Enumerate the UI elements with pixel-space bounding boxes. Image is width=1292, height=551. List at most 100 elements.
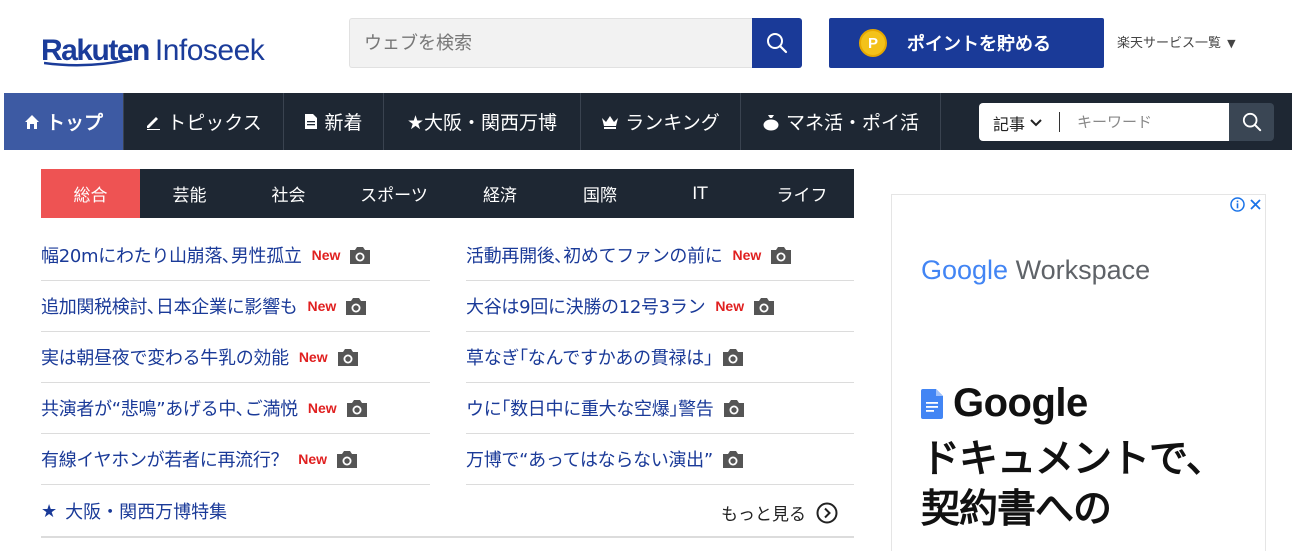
web-search-button[interactable]: [752, 18, 802, 68]
expo-special-label: 大阪・関西万博特集: [65, 502, 228, 523]
search-icon: [1242, 112, 1261, 132]
article-title: ウに｢数日中に重大な空爆｣警告: [466, 399, 714, 420]
new-badge: New: [307, 400, 337, 416]
google-docs-logo: Google: [921, 381, 1088, 426]
keyword-search-button[interactable]: [1229, 103, 1274, 141]
article-title: 活動再開後､初めてファンの前に: [466, 246, 723, 267]
docs-icon: [921, 388, 943, 419]
nav-item-label: ランキング: [625, 112, 720, 134]
article-link[interactable]: 万博で“あってはならない演出”: [466, 434, 854, 485]
expo-special-link[interactable]: ★ 大阪・関西万博特集: [41, 498, 227, 524]
logo-swoosh-icon: [44, 57, 132, 67]
earn-points-label: ポイントを貯める: [907, 34, 1051, 55]
header: Rakuten Infoseek P ポイントを貯める 楽天サービス一覧 ▼: [0, 0, 1292, 92]
chevron-right-circle-icon: [816, 502, 838, 523]
camera-icon: [753, 297, 775, 316]
tab-economy[interactable]: 経済: [450, 169, 550, 218]
tab-life[interactable]: ライフ: [750, 169, 854, 218]
new-badge: New: [307, 298, 337, 314]
article-title: 万博で“あってはならない演出”: [466, 450, 713, 471]
camera-icon: [722, 348, 744, 367]
more-link-label: もっと見る: [721, 505, 806, 525]
nav-item-top[interactable]: トップ: [4, 93, 124, 150]
web-search-box: [349, 18, 753, 68]
tab-society[interactable]: 社会: [239, 169, 338, 218]
nav-item-label: マネ活・ポイ活: [785, 112, 919, 134]
tab-sports[interactable]: スポーツ: [338, 169, 450, 218]
new-badge: New: [298, 349, 328, 365]
chevron-down-icon: [1030, 119, 1042, 127]
workspace-word: Workspace: [1015, 255, 1151, 285]
camera-icon: [337, 348, 359, 367]
keyword-input[interactable]: [1069, 103, 1219, 141]
search-scope-value: 記事: [993, 115, 1026, 134]
search-scope-select[interactable]: 記事: [993, 111, 1042, 135]
divider: [41, 536, 854, 538]
tab-general[interactable]: 総合: [41, 169, 140, 218]
article-link[interactable]: ウに｢数日中に重大な空爆｣警告: [466, 383, 854, 434]
docs-google-label: Google: [953, 381, 1088, 425]
new-badge: New: [715, 298, 745, 314]
article-link[interactable]: 有線イヤホンが若者に再流行？ New: [41, 434, 430, 485]
new-badge: New: [311, 247, 341, 263]
camera-icon: [336, 450, 358, 469]
ad-controls: [1230, 197, 1262, 212]
article-title: 有線イヤホンが若者に再流行？: [41, 450, 289, 471]
ad-headline: ドキュメントで､ 契約書への: [921, 435, 1261, 535]
article-link[interactable]: 追加関税検討､日本企業に影響も New: [41, 281, 430, 332]
nav-item-label: トピックス: [167, 112, 262, 134]
nav-item-expo[interactable]: ★大阪・関西万博: [384, 93, 581, 150]
article-link[interactable]: 実は朝昼夜で変わる牛乳の効能 New: [41, 332, 430, 383]
camera-icon: [722, 450, 744, 469]
logo-product: Infoseek: [154, 34, 265, 67]
new-badge: New: [732, 247, 762, 263]
nav-item-topics[interactable]: トピックス: [124, 93, 284, 150]
caret-down-icon: ▼: [1227, 37, 1236, 50]
tab-entertainment[interactable]: 芸能: [140, 169, 239, 218]
google-wordmark: Google: [921, 255, 1009, 285]
article-title: 草なぎ｢なんですかあの貫禄は｣: [466, 348, 713, 369]
article-link[interactable]: 大谷は9回に決勝の12号3ラン New: [466, 281, 854, 332]
nav-item-label: トップ: [45, 112, 103, 134]
rakuten-services-menu[interactable]: 楽天サービス一覧 ▼: [1117, 32, 1236, 51]
ad-headline-line: 契約書への: [921, 487, 1112, 532]
article-title: 共演者が“悲鳴”あげる中､ご満悦: [41, 399, 298, 420]
keyword-search-box: 記事: [979, 103, 1229, 141]
ad-close-icon[interactable]: [1249, 198, 1262, 211]
camera-icon: [723, 399, 745, 418]
tab-international[interactable]: 国際: [550, 169, 650, 218]
nav-item-label: ★大阪・関西万博: [406, 112, 558, 134]
crown-icon: [601, 114, 619, 129]
web-search-input[interactable]: [350, 19, 753, 67]
search-icon: [767, 33, 788, 54]
divider: [1059, 112, 1060, 132]
more-link[interactable]: もっと見る: [721, 500, 838, 525]
nav-item-money[interactable]: マネ活・ポイ活: [741, 93, 941, 150]
earn-points-button[interactable]: P ポイントを貯める: [829, 18, 1104, 68]
point-coin-icon: P: [859, 29, 887, 57]
ad-headline-line: ドキュメントで､: [921, 437, 1207, 482]
document-icon: [304, 113, 318, 130]
article-title: 幅20mにわたり山崩落､男性孤立: [41, 246, 302, 267]
camera-icon: [349, 246, 371, 265]
home-icon: [24, 114, 40, 130]
camera-icon: [770, 246, 792, 265]
article-title: 実は朝昼夜で変わる牛乳の効能: [41, 348, 289, 369]
camera-icon: [345, 297, 367, 316]
article-link[interactable]: 幅20mにわたり山崩落､男性孤立 New: [41, 230, 430, 281]
new-badge: New: [298, 451, 328, 467]
camera-icon: [346, 399, 368, 418]
article-title: 大谷は9回に決勝の12号3ラン: [466, 297, 706, 318]
article-link[interactable]: 活動再開後､初めてファンの前に New: [466, 230, 854, 281]
nav-item-new[interactable]: 新着: [284, 93, 384, 150]
ad-info-icon[interactable]: [1230, 197, 1245, 212]
star-icon: ★: [41, 500, 58, 522]
pencil-icon: [145, 114, 161, 130]
tab-it[interactable]: IT: [650, 169, 750, 218]
moneybag-icon: [762, 113, 780, 131]
article-link[interactable]: 草なぎ｢なんですかあの貫禄は｣: [466, 332, 854, 383]
article-link[interactable]: 共演者が“悲鳴”あげる中､ご満悦 New: [41, 383, 430, 434]
category-tabs: 総合 芸能 社会 スポーツ 経済 国際 IT ライフ: [41, 169, 854, 218]
nav-item-ranking[interactable]: ランキング: [581, 93, 741, 150]
google-workspace-ad[interactable]: Google Workspace Google ドキュメントで､ 契約書への: [891, 194, 1266, 551]
